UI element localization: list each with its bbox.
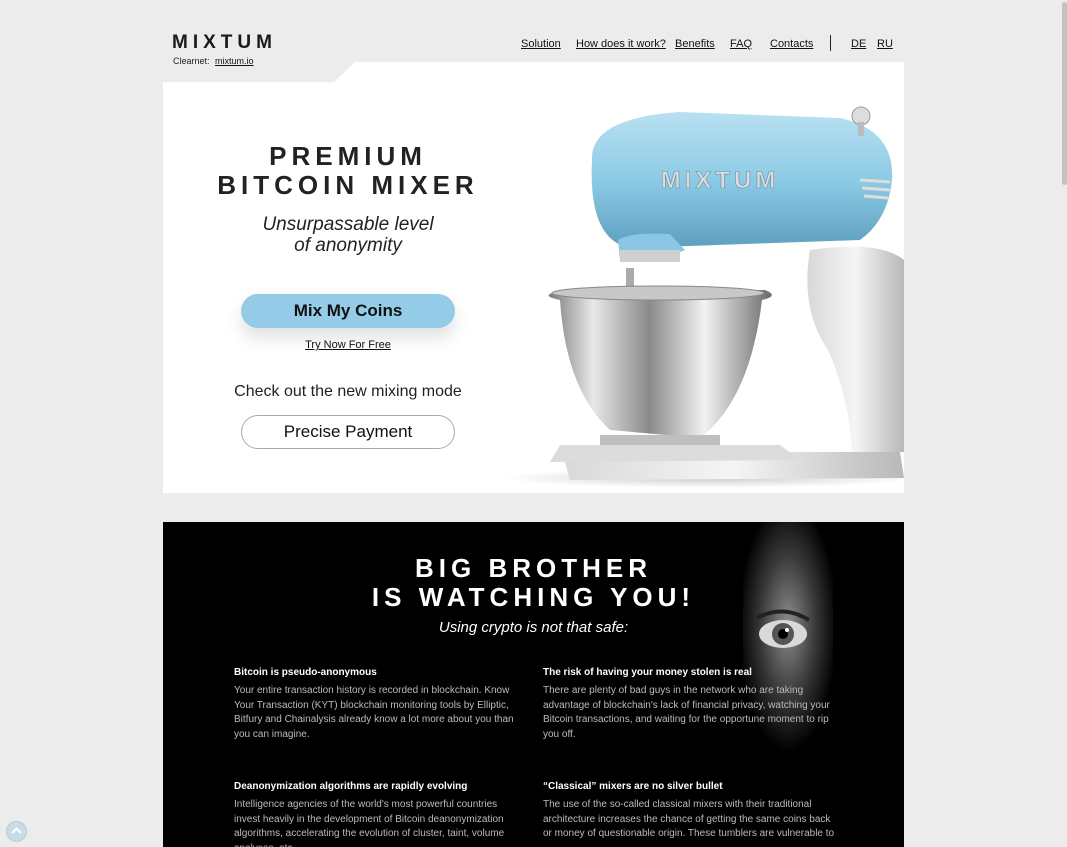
nav-how-it-works[interactable]: How does it work?: [576, 38, 666, 50]
chevron-up-icon: [11, 827, 22, 834]
feature-title: The risk of having your money stolen is …: [543, 667, 752, 678]
feature-text: There are plenty of bad guys in the netw…: [543, 685, 830, 741]
clearnet-label: Clearnet:: [173, 56, 210, 66]
hero-subtitle-line2: of anonymity: [294, 235, 402, 256]
site-logo[interactable]: MIXTUM: [172, 33, 277, 53]
hero-tab-slope: [333, 62, 355, 83]
feature-text: Your entire transaction history is recor…: [234, 685, 514, 741]
big-brother-title-line1: BIG BROTHER: [415, 553, 652, 583]
clearnet-link[interactable]: mixtum.io: [215, 56, 254, 66]
big-brother-title: BIG BROTHER IS WATCHING YOU!: [163, 554, 904, 612]
mixer-brand-text: MIXTUM: [661, 167, 780, 194]
feature-item: The risk of having your money stolen is …: [543, 667, 835, 743]
nav-benefits[interactable]: Benefits: [675, 38, 715, 50]
hero-tab: [355, 62, 904, 83]
big-brother-title-line2: IS WATCHING YOU!: [371, 582, 696, 612]
big-brother-section: BIG BROTHER IS WATCHING YOU! Using crypt…: [163, 522, 904, 847]
hero-title: PREMIUM BITCOIN MIXER: [163, 142, 533, 200]
feature-item: Deanonymization algorithms are rapidly e…: [234, 781, 526, 847]
try-free-link[interactable]: Try Now For Free: [305, 339, 391, 351]
nav-faq[interactable]: FAQ: [730, 38, 752, 50]
mix-my-coins-button[interactable]: Mix My Coins: [241, 294, 455, 328]
hero-title-line1: PREMIUM: [269, 141, 427, 171]
precise-payment-button[interactable]: Precise Payment: [241, 415, 455, 449]
big-brother-subtitle: Using crypto is not that safe:: [438, 619, 629, 636]
feature-item: Bitcoin is pseudo-anonymous Your entire …: [234, 667, 526, 743]
feature-title: “Classical” mixers are no silver bullet: [543, 781, 723, 792]
page-scrollbar-thumb[interactable]: [1062, 2, 1067, 185]
hero-subtitle: Unsurpassable level of anonymity: [163, 214, 533, 256]
feature-title: Deanonymization algorithms are rapidly e…: [234, 781, 468, 792]
feature-text: Intelligence agencies of the world's mos…: [234, 799, 505, 847]
feature-text: The use of the so-called classical mixer…: [543, 799, 835, 840]
lang-ru[interactable]: RU: [877, 38, 893, 50]
hero-subtitle-line1: Unsurpassable level: [262, 214, 434, 235]
nav-solution[interactable]: Solution: [521, 38, 561, 50]
try-free-wrapper: Try Now For Free: [163, 339, 533, 351]
nav-contacts[interactable]: Contacts: [770, 38, 813, 50]
stand-mixer-image: MIXTUM: [500, 106, 904, 488]
mixing-mode-text: Check out the new mixing mode: [234, 383, 462, 400]
hero-title-line2: BITCOIN MIXER: [217, 170, 479, 200]
lang-de[interactable]: DE: [851, 38, 866, 50]
nav-divider: [830, 35, 831, 51]
feature-item: “Classical” mixers are no silver bullet …: [543, 781, 835, 842]
feature-title: Bitcoin is pseudo-anonymous: [234, 667, 377, 678]
scroll-top-button[interactable]: [6, 821, 27, 842]
clearnet-info: Clearnet: mixtum.io: [173, 56, 254, 66]
